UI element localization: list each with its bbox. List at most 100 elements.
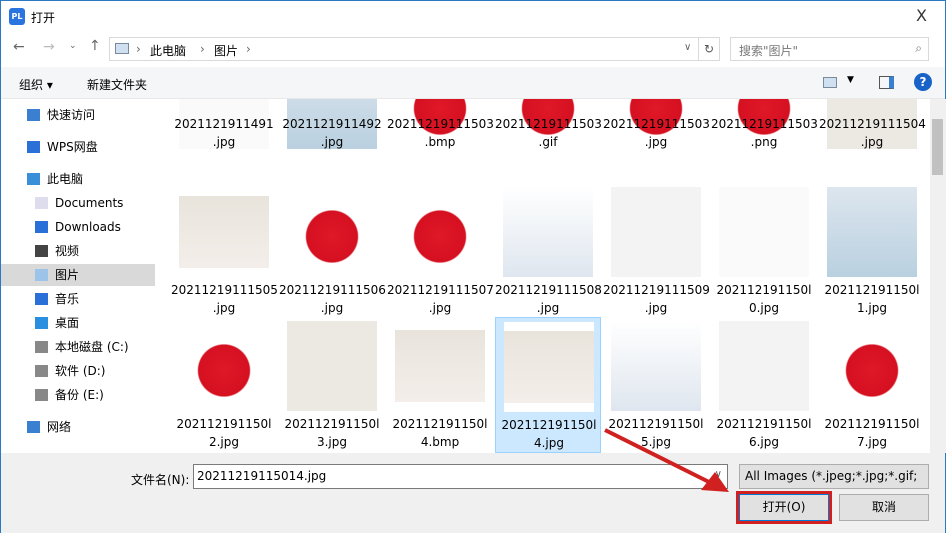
- search-icon: ⌕: [915, 41, 922, 55]
- desktop-icon: [35, 317, 48, 329]
- file-thumbnail: [395, 321, 485, 411]
- sidebar-item[interactable]: 此电脑: [1, 168, 155, 190]
- sidebar-item[interactable]: 备份 (E:): [1, 384, 155, 406]
- file-thumbnail: [827, 321, 917, 411]
- file-name: 20211219111503: [387, 117, 494, 131]
- music-icon: [35, 293, 48, 305]
- sidebar-item-label: 快速访问: [47, 108, 96, 122]
- cancel-button[interactable]: 取消: [839, 494, 929, 521]
- help-icon[interactable]: ?: [914, 73, 932, 91]
- file-type-select[interactable]: All Images (*.jpeg;*.jpg;*.gif;: [739, 464, 929, 489]
- video-icon: [35, 245, 48, 257]
- file-name: .bmp: [424, 135, 456, 149]
- file-name: 4.bmp: [420, 435, 460, 449]
- file-name: .jpg: [320, 135, 344, 149]
- sidebar-item-label: Documents: [55, 196, 124, 210]
- up-icon[interactable]: ↑: [89, 38, 101, 54]
- file-name: 20211219111506: [279, 283, 386, 297]
- file-name: 202112191150l: [176, 417, 272, 431]
- view-icon[interactable]: [823, 77, 837, 88]
- file-name: 20211219111509: [603, 283, 710, 297]
- file-thumbnail: [719, 187, 809, 277]
- open-button[interactable]: 打开(O): [739, 494, 829, 521]
- sidebar-item-label: 备份 (E:): [55, 388, 104, 402]
- forward-icon[interactable]: →: [43, 39, 55, 55]
- sidebar-item[interactable]: 本地磁盘 (C:): [1, 336, 155, 358]
- view-dropdown-icon[interactable]: ▼: [847, 75, 854, 85]
- sidebar-item[interactable]: 桌面: [1, 312, 155, 334]
- file-name: 4.jpg: [533, 436, 565, 450]
- file-name: 1.jpg: [856, 301, 888, 315]
- sidebar-item[interactable]: 音乐: [1, 288, 155, 310]
- drive-icon: [35, 341, 48, 353]
- sidebar-item[interactable]: Documents: [1, 192, 155, 214]
- back-icon[interactable]: ←: [13, 39, 25, 55]
- file-name: 3.jpg: [316, 435, 348, 449]
- sidebar-item-label: 软件 (D:): [55, 364, 106, 378]
- sidebar-item[interactable]: 网络: [1, 416, 155, 438]
- file-item[interactable]: 202112191150l 4.jpg: [495, 317, 601, 453]
- preview-pane-icon[interactable]: [879, 76, 894, 89]
- picture-icon: [115, 43, 129, 54]
- filename-label: 文件名(N):: [131, 473, 190, 487]
- file-name: .jpg: [644, 135, 668, 149]
- sidebar-item[interactable]: 快速访问: [1, 104, 155, 126]
- file-item[interactable]: 20211219111508 .jpg: [495, 183, 602, 319]
- file-item[interactable]: 202112191150l 7.jpg: [819, 317, 925, 453]
- file-name: .gif: [538, 135, 558, 149]
- file-item[interactable]: 20211219111509 .jpg: [603, 183, 710, 319]
- breadcrumb-computer[interactable]: 此电脑: [150, 42, 186, 59]
- sidebar-item[interactable]: 图片: [1, 264, 155, 286]
- sidebar-item-label: 此电脑: [47, 172, 84, 186]
- file-thumbnail: [504, 322, 594, 412]
- sidebar-item[interactable]: WPS网盘: [1, 136, 155, 158]
- file-name: .jpg: [536, 301, 560, 315]
- file-name: 20211219111505: [171, 283, 278, 297]
- file-thumbnail: [179, 187, 269, 277]
- file-item[interactable]: 202112191150l 4.bmp: [387, 317, 493, 453]
- recent-chevron-icon[interactable]: ⌄: [69, 41, 77, 51]
- file-thumbnail: [611, 321, 701, 411]
- file-name: 7.jpg: [856, 435, 888, 449]
- close-button[interactable]: X: [916, 6, 927, 25]
- file-item[interactable]: 202112191150l 2.jpg: [171, 317, 277, 453]
- file-name: 202112191150l: [824, 283, 920, 297]
- address-dropdown-icon[interactable]: ∨: [684, 42, 691, 53]
- file-name: 20211219111504: [819, 117, 926, 131]
- file-item[interactable]: 202112191150l 1.jpg: [819, 183, 925, 319]
- file-item[interactable]: 20211219111505 .jpg: [171, 183, 278, 319]
- file-thumbnail: [719, 321, 809, 411]
- sidebar-item[interactable]: Downloads: [1, 216, 155, 238]
- file-name: 0.jpg: [748, 301, 780, 315]
- refresh-button[interactable]: ↻: [698, 37, 720, 61]
- file-name: .jpg: [212, 301, 236, 315]
- file-name: 202112191150l: [716, 283, 812, 297]
- file-thumbnail: [179, 321, 269, 411]
- sidebar-item-label: WPS网盘: [47, 140, 98, 154]
- file-name: 2021121911491: [174, 117, 274, 131]
- new-folder-button[interactable]: 新建文件夹: [87, 76, 147, 93]
- file-thumbnail: [287, 187, 377, 277]
- download-icon: [35, 221, 48, 233]
- navigation-pane: 快速访问 WPS网盘此电脑 Documents Downloads 视频 图片 音乐桌面本地…: [1, 99, 157, 453]
- file-name: .jpg: [428, 301, 452, 315]
- drive-icon: [35, 365, 48, 377]
- sidebar-item[interactable]: 软件 (D:): [1, 360, 155, 382]
- scrollbar-thumb[interactable]: [932, 119, 943, 175]
- address-bar[interactable]: › 此电脑 › 图片 › ∨: [109, 37, 699, 61]
- filename-value: 20211219115014.jpg: [197, 469, 327, 483]
- file-thumbnail: [287, 321, 377, 411]
- file-item[interactable]: 20211219111506 .jpg: [279, 183, 386, 319]
- file-item[interactable]: 202112191150l 0.jpg: [711, 183, 817, 319]
- file-name: 20211219111503: [495, 117, 602, 131]
- organize-button[interactable]: 组织 ▾: [19, 76, 53, 93]
- sidebar-item[interactable]: 视频: [1, 240, 155, 262]
- sidebar-item-label: 桌面: [55, 316, 80, 330]
- breadcrumb-pictures[interactable]: 图片: [214, 42, 238, 59]
- file-name: .jpg: [212, 135, 236, 149]
- file-name: 202112191150l: [284, 417, 380, 431]
- search-input[interactable]: 搜索"图片" ⌕: [730, 37, 929, 61]
- file-item[interactable]: 20211219111507 .jpg: [387, 183, 494, 319]
- file-item[interactable]: 202112191150l 3.jpg: [279, 317, 385, 453]
- file-name: 202112191150l: [501, 418, 597, 432]
